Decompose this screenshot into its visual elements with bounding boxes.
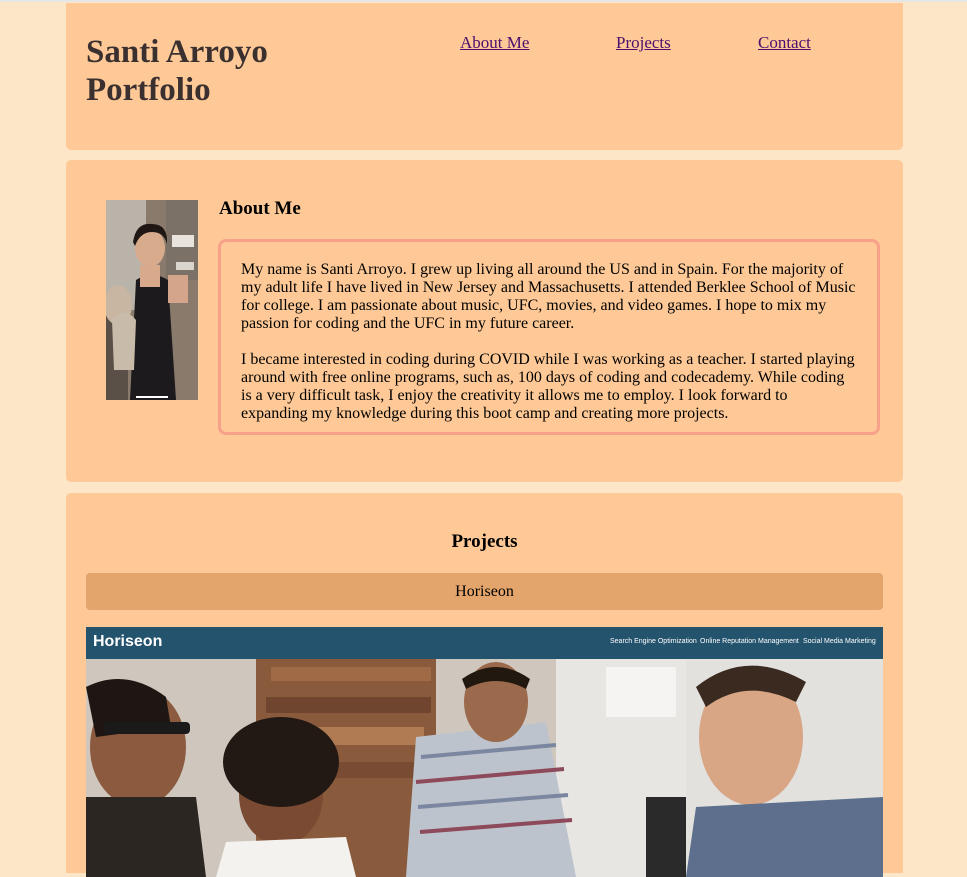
screenshot-link-seo: Search Engine Optimization [610, 638, 697, 645]
profile-photo [106, 200, 198, 400]
site-title-line1: Santi Arroyo [86, 34, 268, 70]
site-header: Santi Arroyo Portfolio About Me Projects … [66, 3, 903, 150]
bio-box: My name is Santi Arroyo. I grew up livin… [218, 239, 880, 435]
nav-link-contact[interactable]: Contact [758, 33, 811, 53]
screenshot-link-reputation: Online Reputation Management [700, 638, 799, 645]
about-section: About Me My name is Santi Arroyo. I grew… [66, 160, 903, 482]
screenshot-link-social: Social Media Marketing [803, 638, 876, 645]
screenshot-nav-bar: Horiseon Search Engine Optimization Onli… [86, 627, 883, 659]
project-screenshot-horiseon[interactable]: Horiseon Search Engine Optimization Onli… [86, 627, 883, 877]
bio-paragraph-1: My name is Santi Arroyo. I grew up livin… [241, 261, 856, 332]
site-title-line2: Portfolio [86, 72, 211, 108]
projects-section: Projects Horiseon Horiseon Search Engine… [66, 493, 903, 877]
bio-paragraph-2: I became interested in coding during COV… [241, 351, 855, 422]
projects-heading: Projects [451, 531, 518, 552]
nav-link-about[interactable]: About Me [460, 33, 529, 53]
project-screenshot-image [86, 659, 883, 877]
top-border [0, 0, 967, 2]
nav-link-projects[interactable]: Projects [616, 33, 671, 53]
about-heading: About Me [219, 198, 301, 219]
screenshot-logo: Horiseon [93, 633, 163, 650]
project-title-horiseon[interactable]: Horiseon [86, 573, 883, 610]
site-title: Santi Arroyo Portfolio [86, 33, 268, 109]
profile-photo-image [106, 200, 198, 400]
